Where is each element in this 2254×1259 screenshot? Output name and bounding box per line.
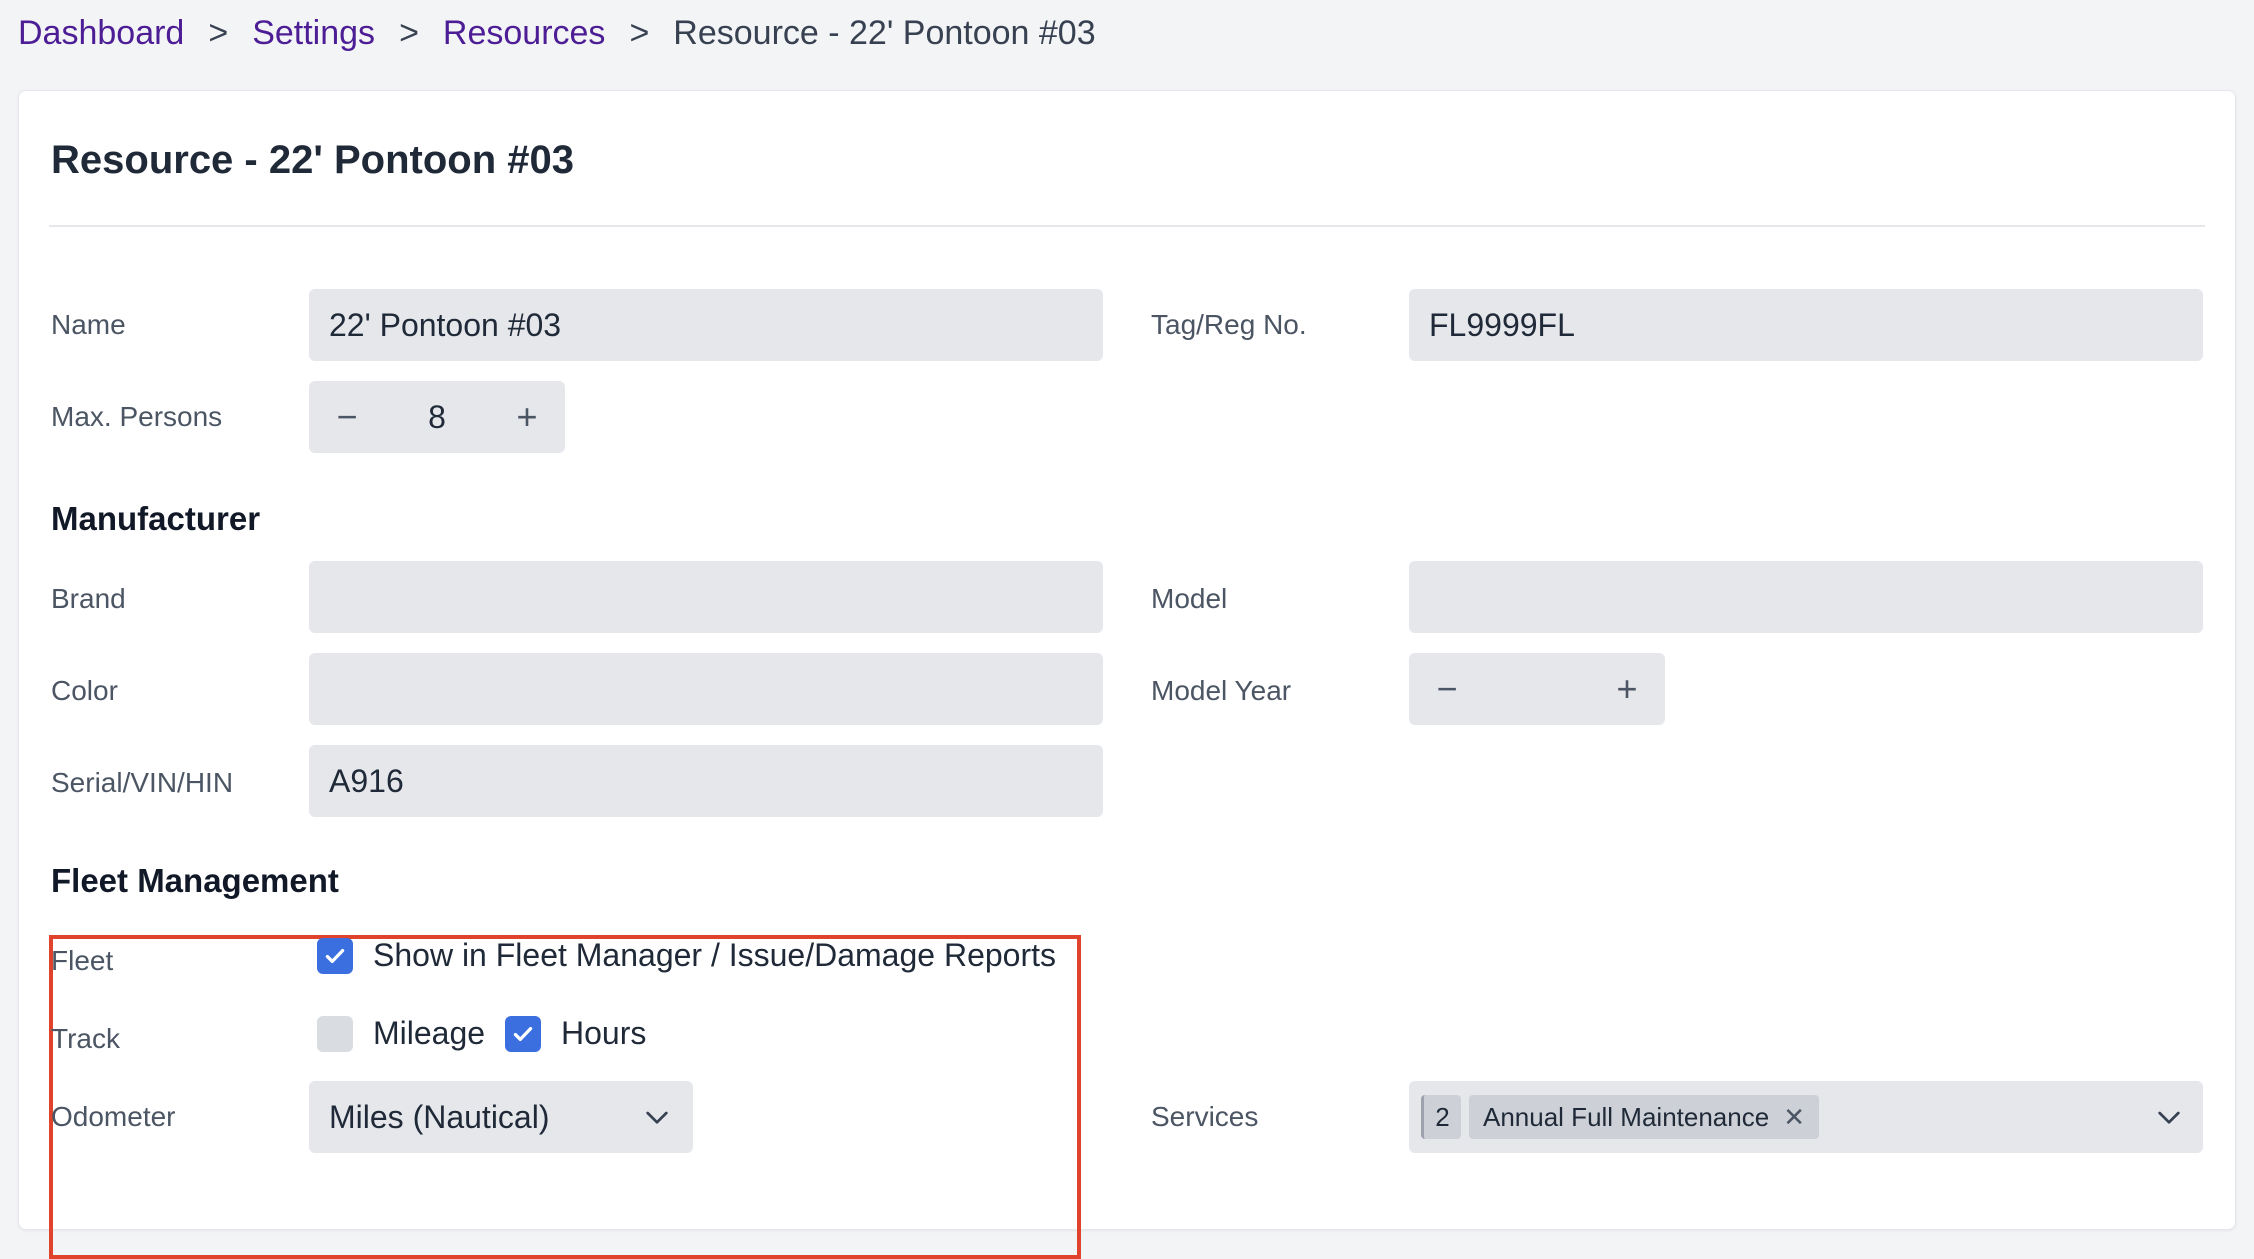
service-tag: Annual Full Maintenance ✕ — [1469, 1095, 1819, 1139]
chevron-down-icon — [641, 1101, 673, 1133]
track-hours-option[interactable]: Hours — [505, 1015, 646, 1052]
name-input[interactable]: 22' Pontoon #03 — [309, 289, 1103, 361]
plus-icon[interactable]: + — [505, 395, 549, 439]
model-year-stepper: − + — [1409, 653, 1665, 725]
resource-card: Resource - 22' Pontoon #03 Name 22' Pont… — [18, 90, 2236, 1259]
model-label: Model — [1151, 583, 1228, 614]
fleet-option[interactable]: Show in Fleet Manager / Issue/Damage Rep… — [317, 937, 1056, 974]
brand-input[interactable] — [309, 561, 1103, 633]
minus-icon[interactable]: − — [1425, 667, 1469, 711]
check-icon — [513, 1026, 533, 1041]
breadcrumb-current: Resource - 22' Pontoon #03 — [673, 14, 1096, 52]
odometer-label: Odometer — [51, 1101, 176, 1132]
name-label: Name — [51, 309, 126, 340]
check-icon — [325, 948, 345, 963]
max-persons-label: Max. Persons — [51, 401, 223, 432]
chevron-down-icon[interactable] — [2153, 1101, 2185, 1133]
fleet-label: Fleet — [51, 945, 114, 976]
plus-icon[interactable]: + — [1605, 667, 1649, 711]
hours-label: Hours — [561, 1015, 647, 1051]
services-multiselect[interactable]: 2 Annual Full Maintenance ✕ — [1409, 1081, 2203, 1153]
manufacturer-heading: Manufacturer — [51, 500, 261, 537]
page-title: Resource - 22' Pontoon #03 — [51, 138, 574, 182]
breadcrumb-resources-link[interactable]: Resources — [443, 10, 606, 56]
brand-label: Brand — [51, 583, 126, 614]
serial-input[interactable]: A916 — [309, 745, 1103, 817]
serial-label: Serial/VIN/HIN — [51, 767, 234, 798]
color-label: Color — [51, 675, 118, 706]
tag-reg-input[interactable]: FL9999FL — [1409, 289, 2203, 361]
model-year-label: Model Year — [1151, 675, 1292, 706]
max-persons-stepper: − 8 + — [309, 381, 565, 453]
color-input[interactable] — [309, 653, 1103, 725]
mileage-checkbox[interactable] — [317, 1015, 353, 1052]
fleet-management-heading: Fleet Management — [51, 862, 339, 899]
title-divider — [49, 225, 2205, 227]
breadcrumb: Dashboard > Settings > Resources > Resou… — [18, 10, 1096, 56]
max-persons-value[interactable]: 8 — [369, 399, 505, 436]
track-mileage-option[interactable]: Mileage — [317, 1015, 485, 1052]
odometer-value: Miles (Nautical) — [329, 1098, 550, 1135]
fleet-option-label: Show in Fleet Manager / Issue/Damage Rep… — [373, 937, 1056, 973]
mileage-label: Mileage — [373, 1015, 486, 1051]
breadcrumb-separator: > — [208, 14, 229, 52]
breadcrumb-dashboard-link[interactable]: Dashboard — [18, 10, 184, 56]
breadcrumb-separator: > — [399, 14, 419, 52]
odometer-select[interactable]: Miles (Nautical) — [309, 1081, 693, 1153]
breadcrumb-settings-link[interactable]: Settings — [252, 10, 375, 56]
minus-icon[interactable]: − — [325, 395, 369, 439]
fleet-checkbox[interactable] — [317, 937, 353, 974]
model-input[interactable] — [1409, 561, 2203, 633]
tag-reg-label: Tag/Reg No. — [1151, 309, 1307, 340]
service-tag-label: Annual Full Maintenance — [1483, 1101, 1770, 1132]
services-count-badge: 2 — [1421, 1095, 1461, 1139]
track-label: Track — [51, 1023, 120, 1054]
hours-checkbox[interactable] — [505, 1015, 541, 1052]
services-label: Services — [1151, 1101, 1259, 1132]
close-icon[interactable]: ✕ — [1783, 1102, 1805, 1133]
breadcrumb-separator: > — [629, 14, 650, 52]
